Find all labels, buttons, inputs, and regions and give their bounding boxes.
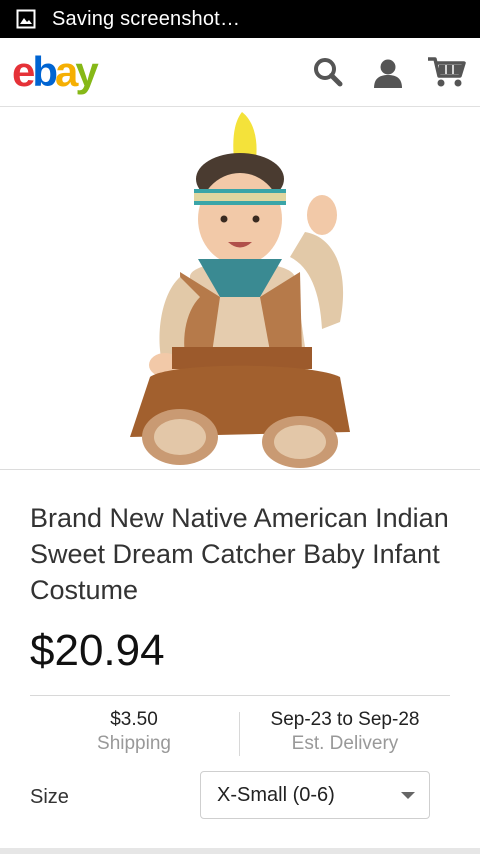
account-button[interactable] xyxy=(370,54,406,90)
baby-costume-image xyxy=(130,112,350,468)
chevron-down-icon xyxy=(401,792,415,799)
shipping-label: Shipping xyxy=(97,733,171,754)
status-bar: Saving screenshot… xyxy=(0,0,480,38)
product-image[interactable] xyxy=(0,107,480,470)
product-title: Brand New Native American Indian Sweet D… xyxy=(30,503,449,605)
logo-letter-e: e xyxy=(12,48,35,95)
bottom-edge xyxy=(0,848,480,854)
size-selected-value: X-Small (0-6) xyxy=(217,784,335,806)
delivery-info: Sep-23 to Sep-28 Est. Delivery xyxy=(240,708,450,756)
shipping-value: $3.50 xyxy=(110,709,158,730)
size-label: Size xyxy=(30,786,69,808)
divider xyxy=(30,695,450,696)
cart-icon xyxy=(428,57,466,87)
ebay-logo[interactable]: ebay xyxy=(12,48,99,95)
image-icon xyxy=(16,9,36,29)
size-dropdown[interactable]: X-Small (0-6) xyxy=(200,771,430,819)
user-icon xyxy=(374,59,402,88)
cart-button[interactable] xyxy=(426,54,468,90)
search-button[interactable] xyxy=(310,54,346,90)
status-text: Saving screenshot… xyxy=(52,7,241,30)
logo-letter-b: b xyxy=(32,48,58,95)
logo-letter-y: y xyxy=(75,48,98,95)
delivery-label: Est. Delivery xyxy=(291,733,399,754)
delivery-value: Sep-23 to Sep-28 xyxy=(270,709,420,730)
search-icon xyxy=(314,58,343,87)
shipping-info: $3.50 Shipping xyxy=(30,708,238,756)
logo-letter-a: a xyxy=(55,48,78,95)
product-price: $20.94 xyxy=(30,626,165,675)
app-header: ebay xyxy=(0,38,480,107)
